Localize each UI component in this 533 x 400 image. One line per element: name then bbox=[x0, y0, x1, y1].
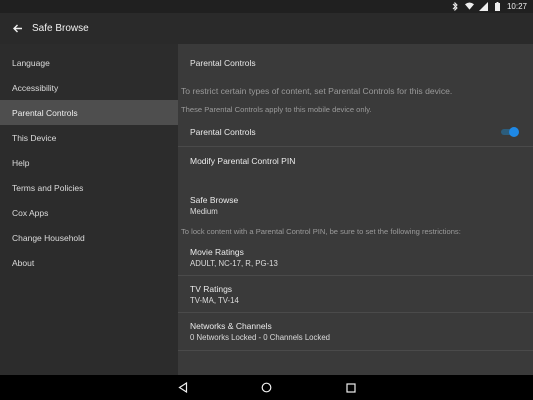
intro-text: To restrict certain types of content, se… bbox=[181, 86, 453, 96]
toggle-thumb bbox=[509, 126, 519, 137]
tv-ratings-value: TV-MA, TV-14 bbox=[190, 295, 239, 305]
wifi-icon bbox=[464, 2, 474, 11]
battery-icon bbox=[493, 2, 502, 11]
parental-controls-toggle-label: Parental Controls bbox=[190, 126, 256, 137]
modify-pin-row[interactable]: Modify Parental Control PIN bbox=[178, 147, 533, 175]
section-title: Parental Controls bbox=[190, 58, 256, 68]
sidebar-item-cox-apps[interactable]: Cox Apps bbox=[0, 200, 178, 225]
safe-browse-label: Safe Browse bbox=[190, 194, 239, 205]
parental-controls-toggle[interactable] bbox=[501, 126, 519, 137]
signal-icon bbox=[478, 2, 488, 11]
safe-browse-value: Medium bbox=[190, 206, 218, 216]
home-circle-icon bbox=[261, 382, 272, 393]
networks-value: 0 Networks Locked - 0 Channels Locked bbox=[190, 333, 330, 342]
tv-ratings-label: TV Ratings bbox=[190, 283, 233, 294]
bluetooth-icon bbox=[451, 2, 460, 11]
movie-ratings-label: Movie Ratings bbox=[190, 246, 244, 257]
networks-label: Networks & Channels bbox=[190, 321, 272, 331]
status-time: 10:27 bbox=[506, 2, 527, 11]
app-bar: Safe Browse bbox=[0, 13, 533, 44]
nav-back-button[interactable] bbox=[141, 375, 225, 400]
safe-browse-row[interactable]: Safe Browse Medium bbox=[178, 175, 533, 231]
sidebar-item-change-household[interactable]: Change Household bbox=[0, 225, 178, 250]
parental-controls-toggle-row[interactable]: Parental Controls bbox=[178, 117, 533, 147]
arrow-left-icon bbox=[12, 24, 22, 33]
back-button[interactable] bbox=[2, 13, 32, 44]
sidebar-item-terms-and-policies[interactable]: Terms and Policies bbox=[0, 175, 178, 200]
app-title: Safe Browse bbox=[32, 23, 89, 34]
tv-ratings-row[interactable]: TV Ratings TV-MA, TV-14 bbox=[178, 276, 533, 313]
modify-pin-label: Modify Parental Control PIN bbox=[190, 156, 296, 166]
sidebar-item-parental-controls[interactable]: Parental Controls bbox=[0, 100, 178, 125]
device-note: These Parental Controls apply to this mo… bbox=[181, 105, 372, 114]
status-bar: 10:27 bbox=[0, 0, 533, 13]
sidebar-item-language[interactable]: Language bbox=[0, 50, 178, 75]
nav-bar bbox=[0, 375, 533, 400]
sidebar-item-about[interactable]: About bbox=[0, 250, 178, 275]
sidebar: Language Accessibility Parental Controls… bbox=[0, 44, 178, 375]
recents-square-icon bbox=[345, 382, 356, 393]
main-content: Parental Controls To restrict certain ty… bbox=[178, 44, 533, 375]
networks-row[interactable]: Networks & Channels 0 Networks Locked - … bbox=[178, 313, 533, 351]
nav-home-button[interactable] bbox=[225, 375, 309, 400]
sidebar-item-accessibility[interactable]: Accessibility bbox=[0, 75, 178, 100]
sidebar-item-help[interactable]: Help bbox=[0, 150, 178, 175]
back-triangle-icon bbox=[177, 382, 187, 393]
movie-ratings-row[interactable]: Movie Ratings ADULT, NC-17, R, PG-13 bbox=[178, 239, 533, 276]
nav-recents-button[interactable] bbox=[309, 375, 393, 400]
sidebar-item-this-device[interactable]: This Device bbox=[0, 125, 178, 150]
movie-ratings-value: ADULT, NC-17, R, PG-13 bbox=[190, 258, 278, 268]
